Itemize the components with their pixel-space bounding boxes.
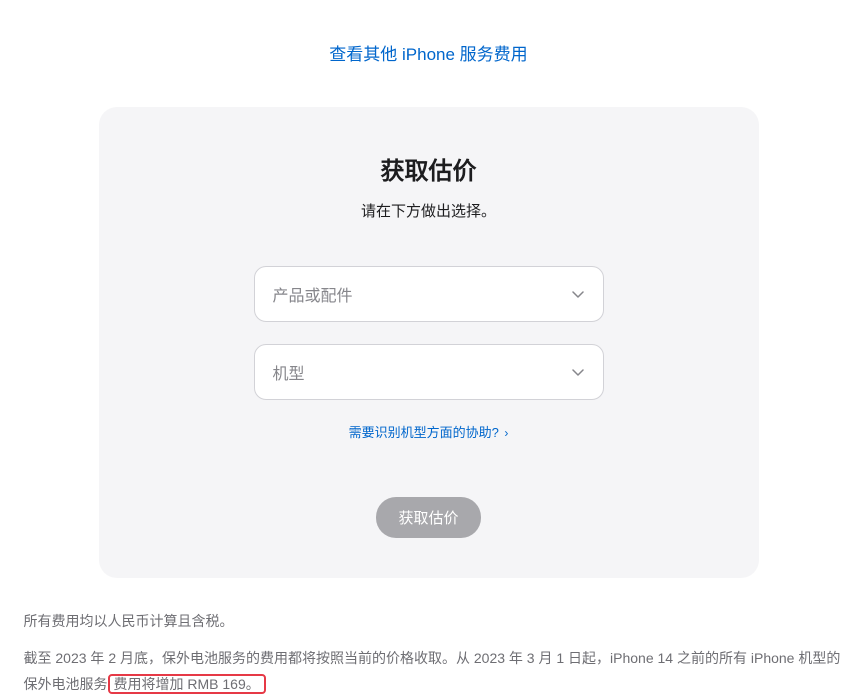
product-select[interactable]: 产品或配件 (254, 266, 604, 322)
chevron-down-icon (571, 290, 585, 298)
footer-line2: 截至 2023 年 2 月底，保外电池服务的费用都将按照当前的价格收取。从 20… (24, 645, 844, 698)
price-increase-highlight: 费用将增加 RMB 169。 (108, 674, 266, 694)
help-link-container: 需要识别机型方面的协助? › (139, 422, 719, 442)
footer-text: 所有费用均以人民币计算且含税。 截至 2023 年 2 月底，保外电池服务的费用… (14, 608, 844, 698)
submit-row: 获取估价 (139, 497, 719, 538)
card-title: 获取估价 (139, 151, 719, 186)
identify-model-help-link[interactable]: 需要识别机型方面的协助? › (349, 425, 509, 440)
chevron-down-icon (571, 368, 585, 376)
model-select-placeholder: 机型 (273, 360, 305, 384)
get-estimate-button[interactable]: 获取估价 (376, 497, 480, 538)
card-subtitle: 请在下方做出选择。 (139, 200, 719, 221)
estimate-card: 获取估价 请在下方做出选择。 产品或配件 机型 需要识别机型方面的协助? › (99, 107, 759, 578)
product-select-placeholder: 产品或配件 (273, 282, 353, 306)
model-select[interactable]: 机型 (254, 344, 604, 400)
chevron-right-icon: › (504, 426, 508, 440)
footer-line1: 所有费用均以人民币计算且含税。 (24, 608, 844, 635)
help-link-text: 需要识别机型方面的协助? (349, 425, 499, 440)
top-link-container: 查看其他 iPhone 服务费用 (0, 40, 857, 65)
model-select-wrap: 机型 (254, 344, 604, 400)
other-services-link[interactable]: 查看其他 iPhone 服务费用 (329, 45, 527, 64)
product-select-wrap: 产品或配件 (254, 266, 604, 322)
